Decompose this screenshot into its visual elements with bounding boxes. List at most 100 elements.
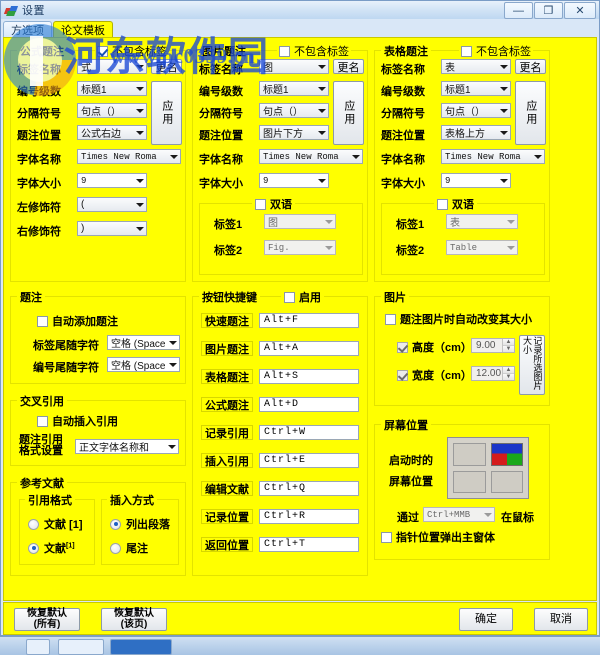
shortcut-7-label[interactable]: 记录位置 [201, 509, 253, 524]
checkbox-box[interactable] [385, 313, 396, 325]
image-bilingual-label2-combo[interactable]: Fig. [264, 240, 336, 255]
cross-ref-auto-insert-checkbox[interactable]: 自动插入引用 [37, 413, 118, 429]
insert-method-option-1[interactable]: 尾注 [110, 540, 148, 556]
popup-enable-checkbox[interactable]: 指针位置弹出主窗体 [381, 529, 495, 545]
picture-width-spinner[interactable]: 12.00 ▲ ▼ [471, 366, 515, 381]
checkbox-box[interactable] [37, 415, 48, 427]
image-bilingual-label1-combo[interactable]: 图 [264, 214, 336, 229]
formula-separator-combo[interactable]: 句点（） [77, 103, 147, 118]
shortcut-4-field[interactable]: Ctrl+W [259, 425, 359, 440]
tab-paper-template[interactable]: 论文模板 [53, 21, 113, 38]
formula-right-decorator-combo[interactable]: ) [77, 221, 147, 236]
shortcut-8-field[interactable]: Ctrl+T [259, 537, 359, 552]
citation-format-option-1[interactable]: 文献[1] [28, 540, 75, 556]
tab-options[interactable]: 方选项 [3, 21, 52, 38]
screen-position-grid[interactable] [447, 437, 529, 499]
image-separator-combo[interactable]: 句点（） [259, 103, 329, 118]
minimize-button[interactable]: — [504, 2, 533, 19]
picture-width-checkbox[interactable]: 宽度（cm） [397, 367, 472, 383]
shortcut-1-label[interactable]: 图片题注 [201, 341, 253, 356]
formula-no-label-checkbox[interactable]: 不包含标签 [95, 43, 169, 59]
shortcut-2-label[interactable]: 表格题注 [201, 369, 253, 384]
restore-default-page-button[interactable]: 恢复默认 (该页) [101, 608, 167, 631]
table-bilingual-checkbox[interactable]: 双语 [434, 196, 477, 212]
table-apply-button[interactable]: 应用 [515, 81, 546, 145]
radio-button[interactable] [28, 518, 39, 530]
formula-position-combo[interactable]: 公式右边 [77, 125, 147, 140]
cancel-button[interactable]: 取消 [534, 608, 588, 631]
image-font-name-combo[interactable]: Times New Roma [259, 149, 363, 164]
table-position-combo[interactable]: 表格上方 [441, 125, 511, 140]
radio-button[interactable] [28, 542, 39, 554]
shortcuts-enable-checkbox[interactable]: 启用 [281, 289, 324, 305]
screen-position-cell-top-right[interactable] [490, 443, 523, 466]
spinner-buttons[interactable]: ▲ ▼ [502, 367, 514, 380]
shortcut-4-label[interactable]: 记录引用 [201, 425, 253, 440]
picture-height-spinner[interactable]: 9.00 ▲ ▼ [471, 338, 515, 353]
checkbox-box[interactable] [397, 369, 408, 381]
screen-position-cell-bottom-left[interactable] [453, 470, 486, 493]
image-font-size-combo[interactable]: 9 [259, 173, 329, 188]
formula-left-decorator-combo[interactable]: ( [77, 197, 147, 212]
image-no-label-checkbox[interactable]: 不包含标签 [277, 43, 351, 59]
shortcut-6-label[interactable]: 编辑文献 [201, 481, 253, 496]
formula-font-size-combo[interactable]: 9 [77, 173, 147, 188]
ok-button[interactable]: 确定 [459, 608, 513, 631]
image-number-level-combo[interactable]: 标题1 [259, 81, 329, 96]
restore-default-all-button[interactable]: 恢复默认 (所有) [14, 608, 80, 631]
shortcut-3-field[interactable]: Alt+D [259, 397, 359, 412]
picture-record-size-button[interactable]: 记录所选图片大小 [519, 335, 545, 395]
table-rename-button[interactable]: 更名 [515, 59, 546, 74]
table-label-name-combo[interactable]: 表 [441, 59, 511, 74]
screen-position-cell-top-left[interactable] [453, 443, 486, 466]
caption-label-suffix-combo[interactable]: 空格 (Space [107, 335, 180, 350]
formula-number-level-combo[interactable]: 标题1 [77, 81, 147, 96]
taskbar-item-3[interactable] [110, 639, 172, 655]
formula-label-name-combo[interactable]: 式 [77, 59, 147, 74]
formula-font-name-combo[interactable]: Times New Roma [77, 149, 181, 164]
checkbox-box[interactable] [397, 341, 408, 353]
citation-format-option-0[interactable]: 文献 [1] [28, 516, 83, 532]
shortcut-6-field[interactable]: Ctrl+Q [259, 481, 359, 496]
image-rename-button[interactable]: 更名 [333, 59, 364, 74]
table-bilingual-label1-combo[interactable]: 表 [446, 214, 518, 229]
maximize-button[interactable]: ❐ [534, 2, 563, 19]
checkbox-box[interactable] [37, 315, 48, 327]
table-separator-combo[interactable]: 句点（） [441, 103, 511, 118]
cross-ref-format-combo[interactable]: 正文字体名称和 [75, 439, 179, 454]
taskbar-item-1[interactable] [26, 639, 50, 655]
checkbox-box[interactable] [461, 45, 472, 57]
checkbox-box[interactable] [381, 531, 392, 543]
shortcut-2-field[interactable]: Alt+S [259, 369, 359, 384]
close-button[interactable]: ✕ [564, 2, 596, 19]
popup-key-combo[interactable]: Ctrl+MMB [423, 507, 495, 522]
caption-auto-add-checkbox[interactable]: 自动添加题注 [37, 313, 118, 329]
table-font-size-combo[interactable]: 9 [441, 173, 511, 188]
caption-number-suffix-combo[interactable]: 空格 (Space [107, 357, 180, 372]
shortcut-8-label[interactable]: 返回位置 [201, 537, 253, 552]
table-number-level-combo[interactable]: 标题1 [441, 81, 511, 96]
shortcut-3-label[interactable]: 公式题注 [201, 397, 253, 412]
formula-apply-button[interactable]: 应用 [151, 81, 182, 145]
checkbox-box[interactable] [255, 198, 266, 210]
shortcut-1-field[interactable]: Alt+A [259, 341, 359, 356]
screen-position-cell-bottom-right[interactable] [490, 470, 523, 493]
checkbox-box[interactable] [97, 45, 108, 57]
checkbox-box[interactable] [437, 198, 448, 210]
shortcut-5-label[interactable]: 插入引用 [201, 453, 253, 468]
picture-height-checkbox[interactable]: 高度（cm） [397, 339, 472, 355]
shortcut-5-field[interactable]: Ctrl+E [259, 453, 359, 468]
image-label-name-combo[interactable]: 图 [259, 59, 329, 74]
taskbar-item-2[interactable] [58, 639, 104, 655]
shortcut-0-field[interactable]: Alt+F [259, 313, 359, 328]
table-bilingual-label2-combo[interactable]: Table [446, 240, 518, 255]
checkbox-box[interactable] [279, 45, 290, 57]
radio-button[interactable] [110, 518, 121, 530]
image-bilingual-checkbox[interactable]: 双语 [252, 196, 295, 212]
shortcut-0-label[interactable]: 快速题注 [201, 313, 253, 328]
shortcut-7-field[interactable]: Ctrl+R [259, 509, 359, 524]
insert-method-option-0[interactable]: 列出段落 [110, 516, 170, 532]
formula-rename-button[interactable]: 更名 [151, 59, 182, 74]
table-font-name-combo[interactable]: Times New Roma [441, 149, 545, 164]
radio-button[interactable] [110, 542, 121, 554]
